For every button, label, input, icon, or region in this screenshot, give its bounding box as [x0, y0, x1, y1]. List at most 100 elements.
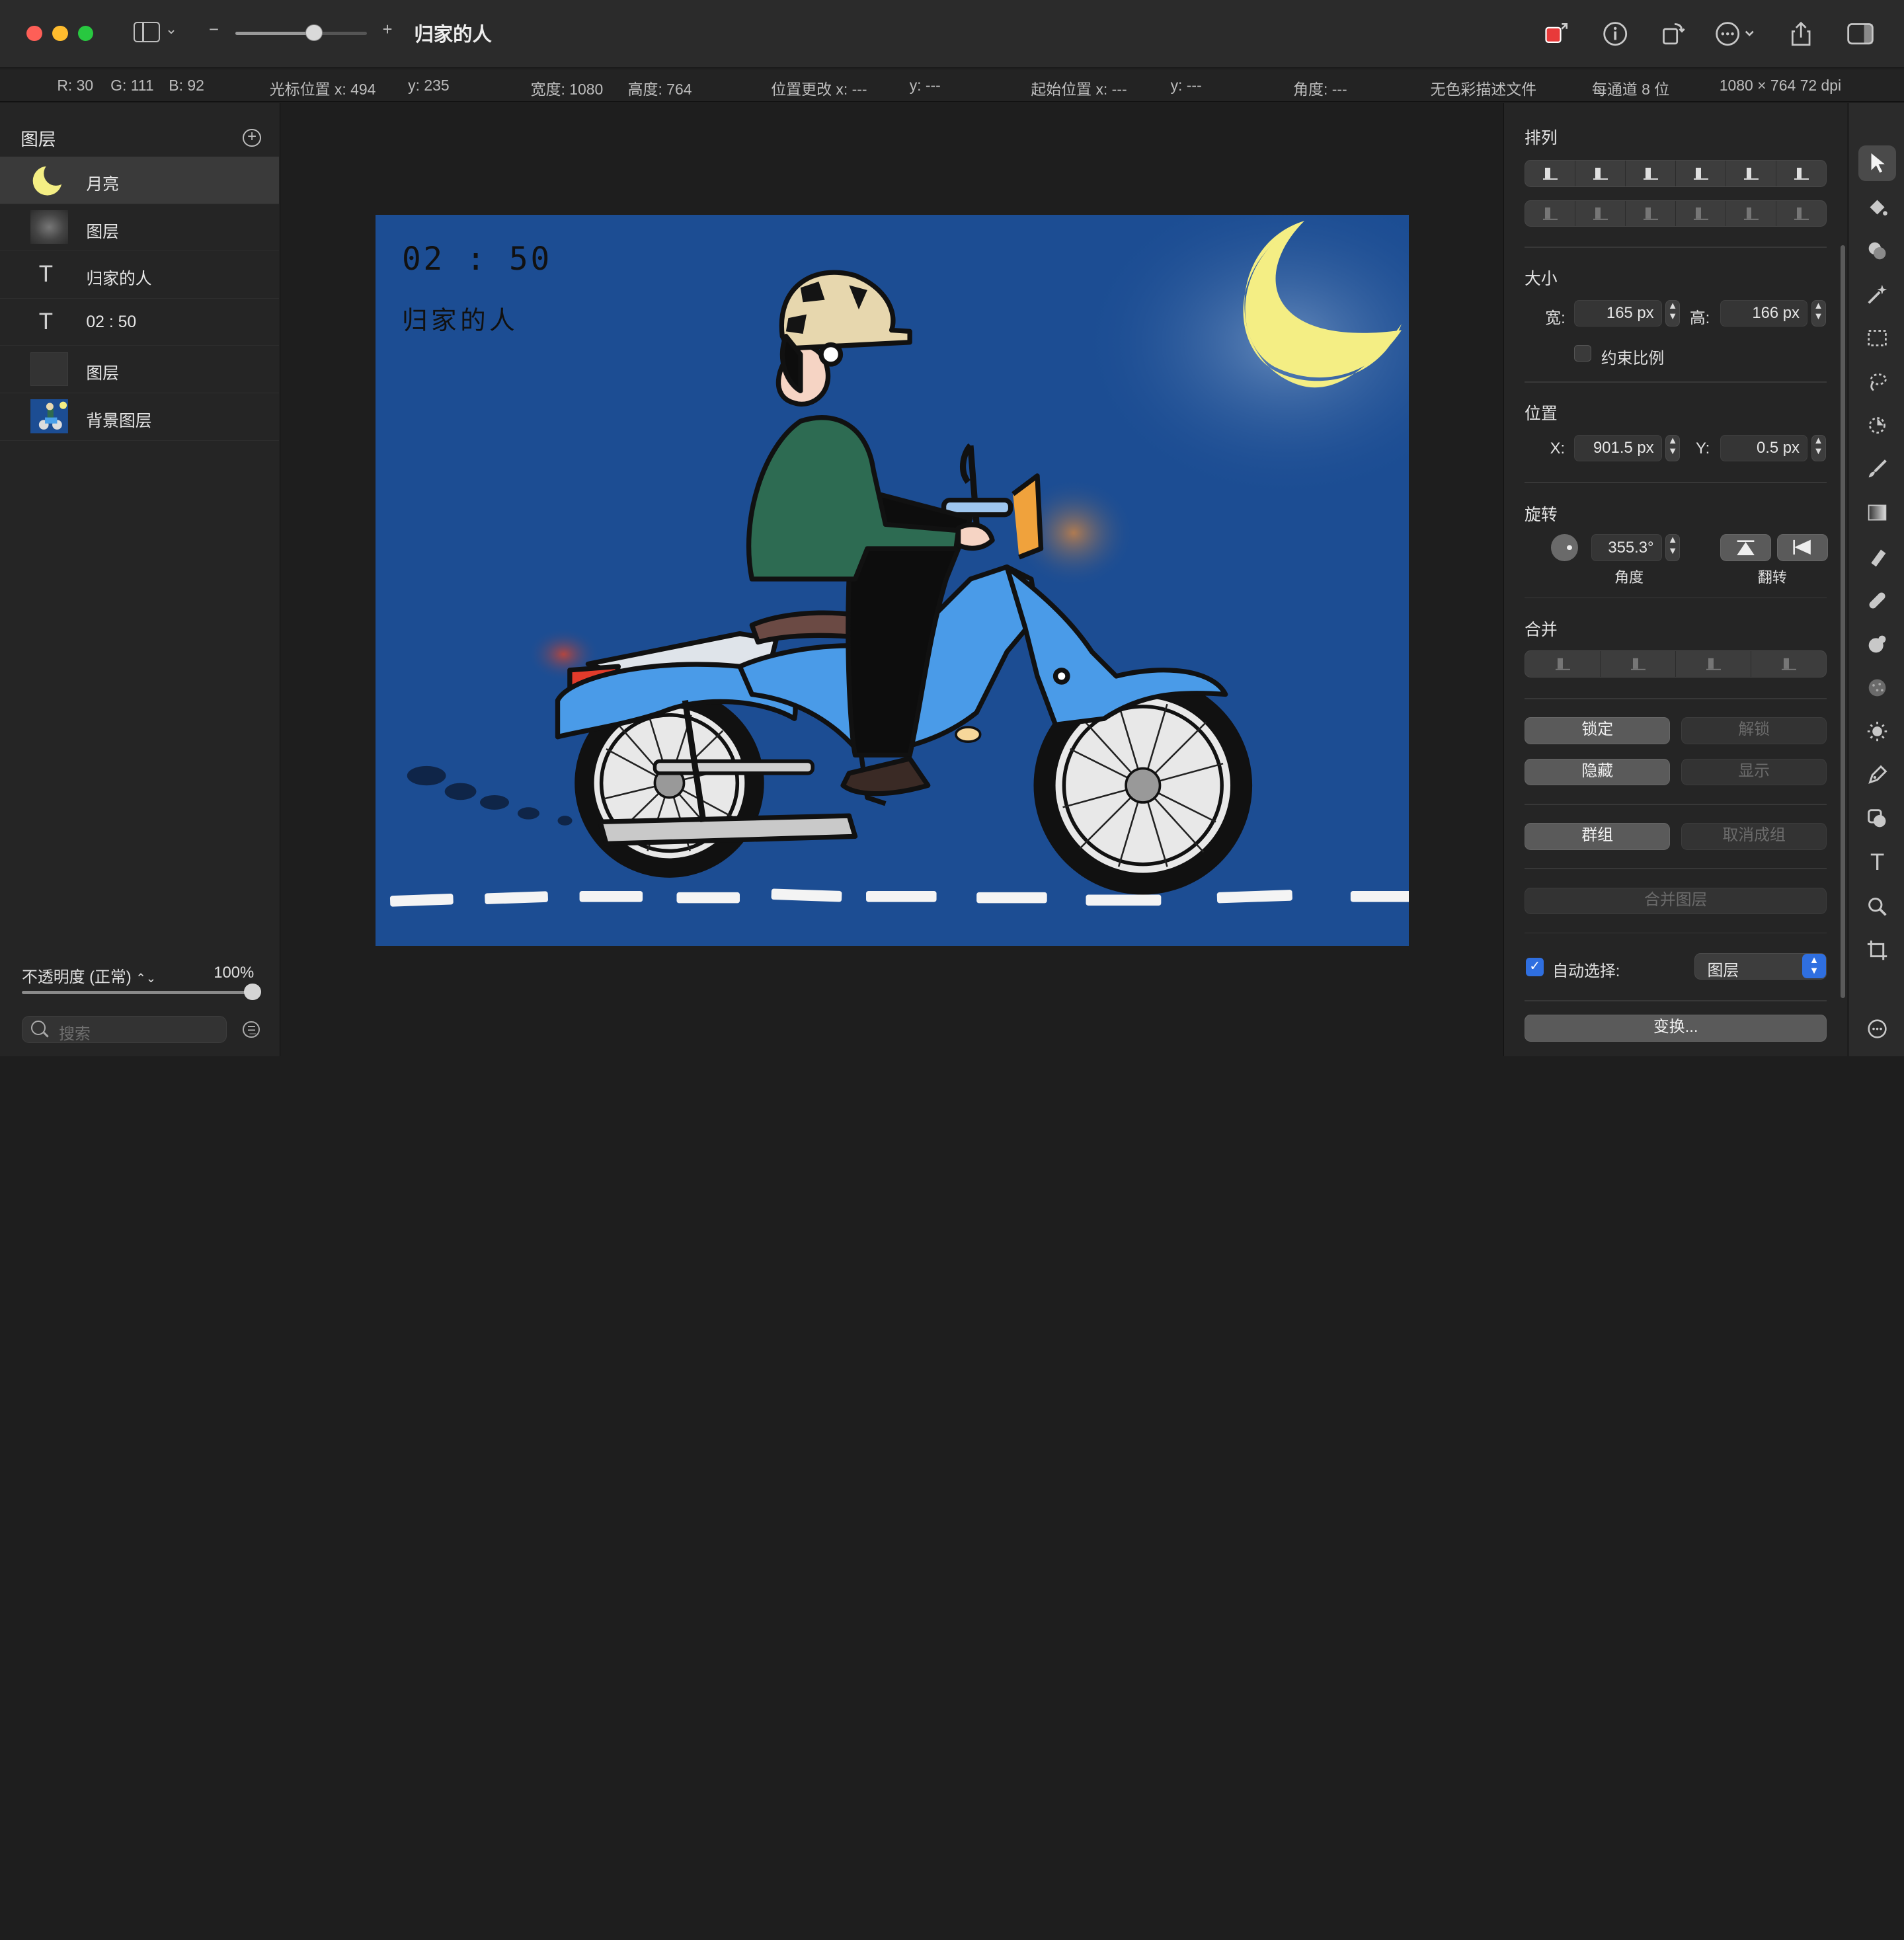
filter-icon[interactable]: [243, 1021, 260, 1038]
gradient-tool-icon[interactable]: [1858, 495, 1896, 530]
bandage-tool-icon[interactable]: [1858, 583, 1896, 618]
auto-select-dropdown[interactable]: 图层 ▲ ▼: [1694, 952, 1827, 980]
auto-select-checkbox[interactable]: ✓: [1525, 958, 1544, 976]
zoom-in-button[interactable]: +: [383, 20, 393, 40]
combine-segmented-control[interactable]: [1525, 650, 1827, 678]
sidebar-toggle-icon[interactable]: [134, 22, 161, 43]
canvas-time-text[interactable]: 02 : 50: [402, 241, 552, 278]
layer-row-text-title[interactable]: T 归家的人: [0, 251, 280, 299]
opacity-slider-knob[interactable]: [244, 983, 261, 1001]
close-window-button[interactable]: [26, 25, 43, 42]
transform-button[interactable]: 变换...: [1525, 1015, 1827, 1042]
minimize-window-button[interactable]: [52, 25, 68, 42]
distribute-top-button[interactable]: [1525, 201, 1576, 227]
align-vcenter-button[interactable]: [1575, 161, 1626, 186]
y-position-field[interactable]: 0.5 px: [1720, 434, 1807, 461]
zoom-slider-knob[interactable]: [305, 24, 323, 42]
layer-name: 02 : 50: [86, 313, 137, 331]
align-right-button[interactable]: [1776, 161, 1826, 186]
artboard[interactable]: 02 : 50 归家的人: [375, 215, 1409, 946]
share-icon[interactable]: [1786, 19, 1815, 48]
ungroup-button[interactable]: 取消成组: [1681, 823, 1827, 850]
info-icon[interactable]: [1601, 19, 1630, 48]
layer-search-input[interactable]: 搜索: [22, 1016, 227, 1043]
flip-horizontal-button[interactable]: [1777, 534, 1829, 561]
zoom-window-button[interactable]: [77, 25, 94, 42]
distribute-bottom-button[interactable]: [1626, 201, 1677, 227]
align-hcenter-button[interactable]: [1726, 161, 1777, 186]
x-position-field[interactable]: 901.5 px: [1574, 434, 1662, 461]
zoom-tool-icon[interactable]: [1858, 888, 1896, 923]
lasso-tool-icon[interactable]: [1858, 364, 1896, 399]
add-layer-icon[interactable]: +: [243, 128, 261, 147]
height-stepper[interactable]: ▲ ▼: [1811, 299, 1826, 327]
angle-field[interactable]: 355.3°: [1591, 534, 1662, 561]
sun-tool-icon[interactable]: [1858, 714, 1896, 749]
layer-row-background[interactable]: 背景图层: [0, 393, 280, 441]
constrain-proportions-checkbox[interactable]: [1574, 344, 1592, 362]
align-segmented-control[interactable]: [1525, 160, 1827, 187]
distribute-segmented-control[interactable]: [1525, 200, 1827, 227]
align-left-button[interactable]: [1676, 161, 1727, 186]
color-adjust-tool-icon[interactable]: [1858, 233, 1896, 268]
layer-row-blur[interactable]: 图层: [0, 204, 280, 252]
canvas-area[interactable]: 02 : 50 归家的人: [282, 103, 1502, 1056]
width-stepper[interactable]: ▲ ▼: [1665, 299, 1681, 327]
combine-exclude-button[interactable]: [1751, 651, 1826, 676]
color-swap-icon[interactable]: [1542, 19, 1571, 48]
distribute-hcenter-button[interactable]: [1726, 201, 1777, 227]
paint-bucket-tool-icon[interactable]: [1858, 190, 1896, 225]
distribute-left-button[interactable]: [1676, 201, 1727, 227]
distribute-vcenter-icon: [1593, 208, 1608, 220]
lock-button[interactable]: 锁定: [1525, 717, 1671, 744]
smudge-tool-icon[interactable]: [1858, 627, 1896, 662]
x-position-stepper[interactable]: ▲ ▼: [1665, 434, 1681, 461]
y-position-stepper[interactable]: ▲ ▼: [1811, 434, 1826, 461]
flip-vertical-button[interactable]: [1720, 534, 1771, 561]
align-top-button[interactable]: [1525, 161, 1576, 186]
hide-button[interactable]: 隐藏: [1525, 758, 1671, 786]
inspector-toggle-icon[interactable]: [1846, 19, 1875, 48]
layers-title: 图层: [20, 130, 56, 150]
angle-stepper[interactable]: ▲ ▼: [1665, 534, 1681, 561]
merge-layers-button[interactable]: 合并图层: [1525, 887, 1827, 915]
brush-tool-icon[interactable]: [1858, 451, 1896, 486]
sponge-tool-icon[interactable]: [1858, 670, 1896, 705]
arrange-tool-icon[interactable]: [1858, 145, 1897, 181]
pen-tool-icon[interactable]: [1858, 757, 1896, 793]
combine-subtract-button[interactable]: [1601, 651, 1677, 677]
more-tools-icon[interactable]: [1858, 1011, 1896, 1046]
eraser-tool-icon[interactable]: [1858, 539, 1896, 574]
rotation-dial[interactable]: [1551, 534, 1578, 561]
rect-select-tool-icon[interactable]: [1858, 321, 1896, 356]
distribute-vcenter-button[interactable]: [1575, 201, 1626, 227]
image-dimensions: 1080 × 764 72 dpi: [1719, 76, 1842, 94]
text-tool-icon[interactable]: T: [1858, 845, 1896, 880]
combine-union-button[interactable]: [1525, 651, 1601, 677]
layer-row-moon[interactable]: 月亮: [0, 156, 280, 204]
rotate-icon[interactable]: [1659, 19, 1688, 48]
height-field[interactable]: 166 px: [1720, 299, 1807, 327]
zoom-out-button[interactable]: −: [209, 20, 219, 40]
opacity-slider[interactable]: [22, 983, 261, 1001]
opacity-mode-dropdown[interactable]: 不透明度 (正常) ⌃⌄: [22, 964, 156, 987]
layer-row-dark[interactable]: 图层: [0, 346, 280, 394]
align-bottom-button[interactable]: [1626, 161, 1677, 186]
panel-scrollbar[interactable]: [1840, 245, 1845, 998]
group-button[interactable]: 群组: [1525, 823, 1671, 850]
show-button[interactable]: 显示: [1681, 758, 1827, 786]
combine-intersect-button[interactable]: [1676, 651, 1752, 677]
crop-tool-icon[interactable]: [1858, 933, 1896, 968]
more-actions-icon[interactable]: [1714, 19, 1758, 48]
clone-tool-icon[interactable]: [1858, 408, 1896, 443]
align-bottom-icon: [1643, 167, 1658, 180]
unlock-button[interactable]: 解锁: [1681, 717, 1827, 744]
shape-tool-icon[interactable]: [1858, 801, 1896, 836]
distribute-right-button[interactable]: [1776, 201, 1826, 226]
canvas-caption-text[interactable]: 归家的人: [402, 300, 518, 337]
chevron-down-icon[interactable]: ⌄: [165, 20, 177, 38]
layer-row-text-time[interactable]: T 02 : 50: [0, 299, 280, 346]
magic-wand-tool-icon[interactable]: [1858, 277, 1896, 312]
width-field[interactable]: 165 px: [1574, 299, 1662, 327]
zoom-slider[interactable]: [235, 24, 367, 42]
